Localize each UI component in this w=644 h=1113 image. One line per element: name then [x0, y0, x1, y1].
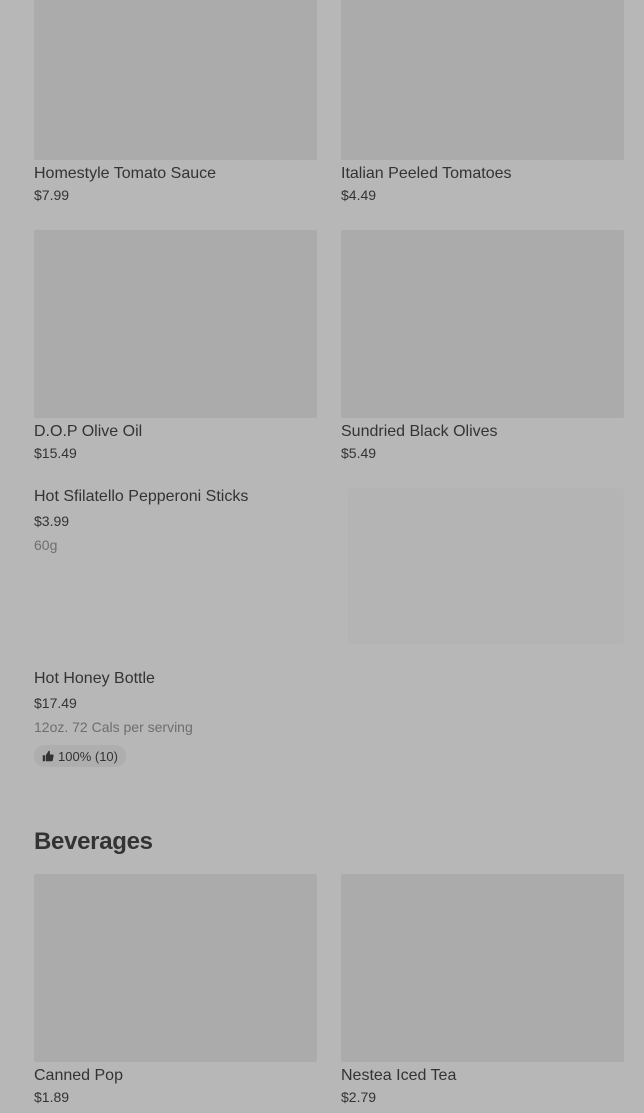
item-price: $15.49 [34, 445, 77, 461]
item-image[interactable] [341, 230, 624, 418]
menu-item-card[interactable]: Sundried Black Olives $5.49 [341, 230, 624, 461]
item-name: Canned Pop [34, 1067, 123, 1084]
menu-item-card[interactable]: Nestea Iced Tea $2.79 [341, 874, 624, 1105]
item-name: Hot Honey Bottle [34, 670, 155, 687]
item-name: Hot Sfilatello Pepperoni Sticks [34, 488, 249, 505]
menu-page: Homestyle Tomato Sauce $7.99 Italian Pee… [0, 0, 644, 1113]
item-price: $3.99 [34, 513, 70, 529]
item-price: $5.49 [341, 445, 377, 461]
rating-badge: 100% (10) [34, 745, 126, 767]
item-meta: 60g [34, 537, 58, 553]
item-price: $7.99 [34, 187, 70, 203]
item-image[interactable] [34, 230, 317, 418]
rating-text: 100% (10) [58, 748, 118, 764]
menu-item-row[interactable]: Hot Sfilatello Pepperoni Sticks $3.99 60… [34, 488, 324, 553]
thumbs-up-icon [42, 750, 54, 762]
item-name: Sundried Black Olives [341, 423, 498, 440]
item-image[interactable] [34, 0, 317, 160]
item-price: $2.79 [341, 1089, 377, 1105]
item-name: Nestea Iced Tea [341, 1067, 457, 1084]
item-image[interactable] [341, 874, 624, 1062]
item-price: $17.49 [34, 695, 77, 711]
menu-item-card[interactable]: D.O.P Olive Oil $15.49 [34, 230, 317, 461]
menu-item-card[interactable]: Italian Peeled Tomatoes $4.49 [341, 0, 624, 203]
item-name: D.O.P Olive Oil [34, 423, 143, 440]
item-image[interactable] [348, 488, 624, 644]
menu-item-card[interactable]: Canned Pop $1.89 [34, 874, 317, 1105]
item-name: Homestyle Tomato Sauce [34, 165, 217, 182]
item-image[interactable] [341, 0, 624, 160]
item-name: Italian Peeled Tomatoes [341, 165, 512, 182]
section-title: Beverages [34, 828, 153, 855]
menu-item-card[interactable]: Homestyle Tomato Sauce $7.99 [34, 0, 317, 203]
item-image[interactable] [34, 874, 317, 1062]
item-meta: 12oz. 72 Cals per serving [34, 719, 193, 735]
item-price: $4.49 [341, 187, 377, 203]
item-price: $1.89 [34, 1089, 70, 1105]
menu-item-row[interactable]: Hot Honey Bottle $17.49 12oz. 72 Cals pe… [34, 670, 324, 767]
